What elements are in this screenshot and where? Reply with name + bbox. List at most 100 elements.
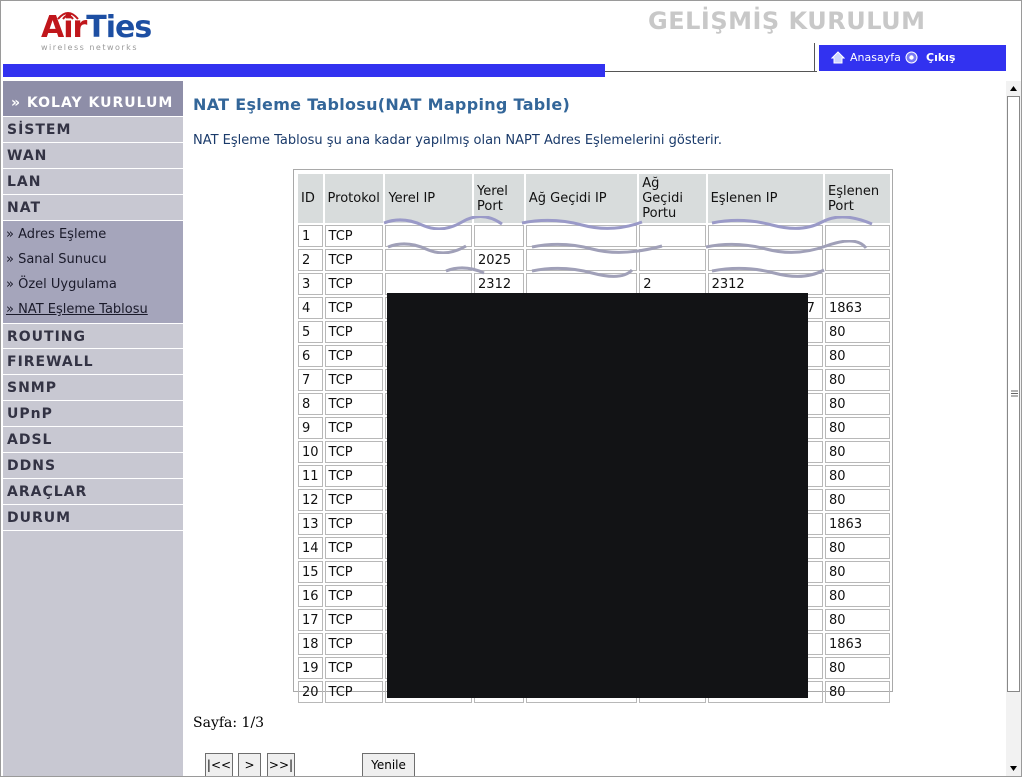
redaction-scribble	[445, 266, 825, 278]
main-content: NAT Eşleme Tablosu(NAT Mapping Table) NA…	[183, 81, 1006, 776]
cell-eslenen-port: 80	[825, 657, 890, 679]
cell-protokol: TCP	[324, 633, 384, 655]
first-page-button[interactable]: |<<	[205, 753, 233, 776]
home-icon[interactable]	[831, 51, 845, 64]
cell-protokol: TCP	[324, 657, 384, 679]
cell-eslenen-port: 80	[825, 585, 890, 607]
scrollbar-thumb[interactable]	[1007, 96, 1020, 692]
cell-eslenen-port: 80	[825, 345, 890, 367]
cell-eslenen-port: 1863	[825, 633, 890, 655]
cell-id: 3	[298, 273, 323, 295]
cell-id: 10	[298, 441, 323, 463]
sidebar-item-araclar[interactable]: ARAÇLAR	[3, 479, 183, 505]
cell-id: 6	[298, 345, 323, 367]
nat-submenu: » Adres Eşleme » Sanal Sunucu » Özel Uyg…	[3, 221, 183, 323]
sidebar-item-sistem[interactable]: SİSTEM	[3, 117, 183, 143]
page-title: NAT Eşleme Tablosu(NAT Mapping Table)	[193, 95, 571, 114]
cell-id: 16	[298, 585, 323, 607]
cell-eslenen-port: 80	[825, 393, 890, 415]
header: AirTies wireless networks GELİŞMİŞ KURUL…	[1, 1, 1021, 79]
cell-protokol: TCP	[324, 585, 384, 607]
cell-protokol: TCP	[324, 465, 384, 487]
header-divider-tick	[814, 43, 815, 72]
header-accent-bar	[3, 64, 605, 77]
cell-eslenen-port: 80	[825, 369, 890, 391]
page-indicator: Sayfa: 1/3	[193, 715, 265, 731]
cell-eslenen-port: 80	[825, 321, 890, 343]
sidebar-item-upnp[interactable]: UPnP	[3, 401, 183, 427]
cell-protokol: TCP	[324, 513, 384, 535]
cell-id: 12	[298, 489, 323, 511]
cell-protokol: TCP	[324, 273, 384, 295]
scrollbar-grip-icon	[1011, 390, 1018, 397]
cell-protokol: TCP	[324, 249, 384, 271]
header-divider	[605, 71, 817, 72]
submenu-item-sanal-sunucu[interactable]: » Sanal Sunucu	[3, 247, 183, 272]
page-heading: GELİŞMİŞ KURULUM	[648, 7, 926, 35]
logo-signal-arc-icon	[57, 12, 79, 20]
cell-protokol: TCP	[324, 345, 384, 367]
submenu-item-label: » NAT Eşleme Tablosu	[6, 302, 148, 317]
cell-protokol: TCP	[324, 225, 384, 247]
sidebar-item-durum[interactable]: DURUM	[3, 505, 183, 531]
exit-icon[interactable]	[905, 51, 918, 64]
sidebar-item-kolay-kurulum[interactable]: » KOLAY KURULUM	[3, 81, 183, 117]
cell-protokol: TCP	[324, 393, 384, 415]
cell-id: 19	[298, 657, 323, 679]
cell-id: 18	[298, 633, 323, 655]
exit-link[interactable]: Çıkış	[926, 51, 955, 64]
sidebar-item-snmp[interactable]: SNMP	[3, 375, 183, 401]
home-link[interactable]: Anasayfa	[850, 51, 901, 64]
redaction-block	[387, 293, 808, 698]
scroll-down-arrow-icon[interactable]	[1006, 761, 1021, 776]
last-page-button[interactable]: >>|	[267, 753, 295, 776]
cell-protokol: TCP	[324, 369, 384, 391]
sidebar-item-routing[interactable]: ROUTING	[3, 323, 183, 349]
cell-id: 9	[298, 417, 323, 439]
cell-id: 17	[298, 609, 323, 631]
cell-id: 5	[298, 321, 323, 343]
submenu-item-adres-esleme[interactable]: » Adres Eşleme	[3, 222, 183, 247]
cell-id: 2	[298, 249, 323, 271]
airties-logo: AirTies wireless networks	[41, 12, 152, 52]
cell-protokol: TCP	[324, 489, 384, 511]
submenu-item-ozel-uygulama[interactable]: » Özel Uygulama	[3, 272, 183, 297]
cell-eslenen-port: 80	[825, 465, 890, 487]
sidebar-item-nat[interactable]: NAT	[3, 195, 183, 221]
cell-id: 20	[298, 681, 323, 703]
sidebar-item-lan[interactable]: LAN	[3, 169, 183, 195]
logo-subtext: wireless networks	[41, 43, 138, 52]
cell-eslenen-port: 80	[825, 489, 890, 511]
sidebar-item-adsl[interactable]: ADSL	[3, 427, 183, 453]
cell-id: 11	[298, 465, 323, 487]
cell-id: 4	[298, 297, 323, 319]
scroll-up-arrow-icon[interactable]	[1006, 81, 1021, 96]
next-page-button[interactable]: >	[238, 753, 261, 776]
submenu-item-nat-esleme-tablosu[interactable]: » NAT Eşleme Tablosu	[3, 297, 183, 322]
cell-protokol: TCP	[324, 417, 384, 439]
cell-protokol: TCP	[324, 609, 384, 631]
column-header-protokol: Protokol	[324, 174, 384, 223]
top-links-bar: Anasayfa Çıkış	[819, 45, 1006, 71]
cell-id: 7	[298, 369, 323, 391]
cell-eslenen-port: 80	[825, 417, 890, 439]
cell-protokol: TCP	[324, 681, 384, 703]
browser-frame: AirTies wireless networks GELİŞMİŞ KURUL…	[0, 0, 1022, 777]
refresh-button[interactable]: Yenile	[362, 753, 415, 776]
cell-protokol: TCP	[324, 537, 384, 559]
redaction-scribble	[383, 216, 873, 230]
cell-id: 15	[298, 561, 323, 583]
sidebar: » KOLAY KURULUM SİSTEM WAN LAN NAT » Adr…	[3, 81, 183, 776]
cell-eslenen-port: 1863	[825, 513, 890, 535]
sidebar-item-wan[interactable]: WAN	[3, 143, 183, 169]
sidebar-item-firewall[interactable]: FIREWALL	[3, 349, 183, 375]
cell-eslenen-port: 80	[825, 441, 890, 463]
cell-eslenen-port: 80	[825, 681, 890, 703]
cell-id: 13	[298, 513, 323, 535]
cell-eslenen-port: 80	[825, 561, 890, 583]
column-header-id: ID	[298, 174, 323, 223]
cell-protokol: TCP	[324, 561, 384, 583]
cell-id: 8	[298, 393, 323, 415]
vertical-scrollbar[interactable]	[1006, 81, 1021, 776]
sidebar-item-ddns[interactable]: DDNS	[3, 453, 183, 479]
